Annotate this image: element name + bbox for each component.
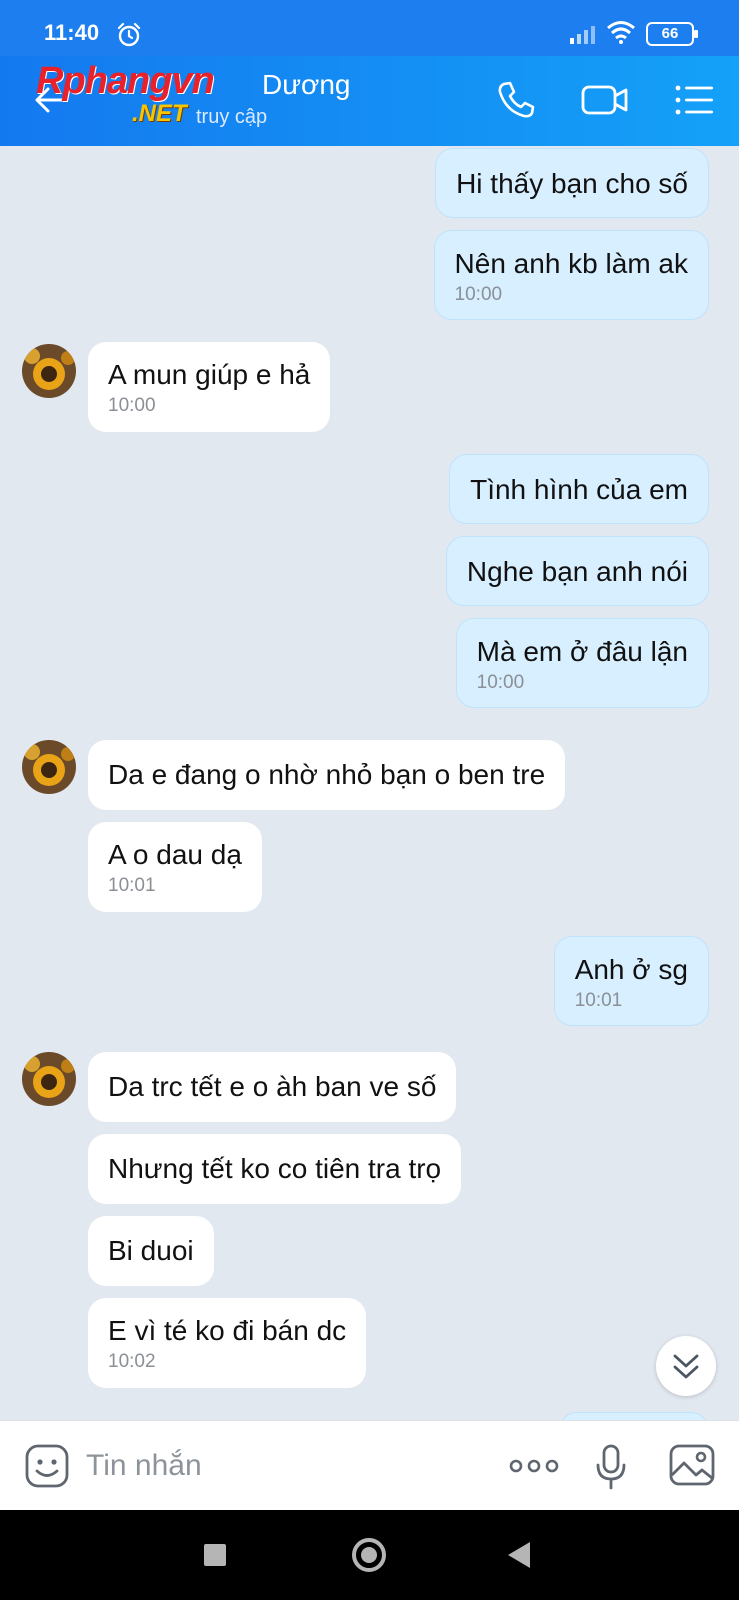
message-text: Anh ở sg	[574, 954, 688, 985]
status-time: 11:40	[44, 20, 100, 45]
sent-message[interactable]: Tình hình của em	[449, 454, 709, 524]
sent-message-partial[interactable]	[559, 1412, 709, 1420]
message-text: E vì té ko đi bán dc	[108, 1315, 347, 1346]
received-message[interactable]: A o dau dạ 10:01	[88, 822, 262, 912]
sent-message[interactable]: Hi thấy bạn cho số	[435, 148, 709, 218]
battery-icon: 66	[646, 22, 698, 46]
message-text: Bi duoi	[108, 1235, 194, 1266]
more-options-icon[interactable]	[508, 1453, 560, 1479]
message-time: 10:00	[476, 672, 525, 693]
video-call-icon[interactable]	[580, 80, 630, 120]
sent-message[interactable]: Nghe bạn anh nói	[445, 536, 709, 606]
contact-name[interactable]: Dương	[262, 69, 350, 101]
alarm-icon	[117, 22, 141, 47]
received-message[interactable]: A mun giúp e hả 10:00	[88, 342, 331, 432]
message-text: Da trc tết e o àh ban ve số	[108, 1071, 437, 1102]
status-bar: 11:40 66	[0, 0, 739, 56]
message-time: 10:02	[108, 1351, 156, 1372]
watermark-sub: .NET	[132, 100, 187, 127]
message-text: Mà em ở đâu lận	[476, 636, 688, 667]
message-time: 10:01	[574, 990, 623, 1011]
image-gallery-icon[interactable]	[668, 1443, 716, 1487]
sent-message[interactable]: Anh ở sg 10:01	[553, 936, 709, 1026]
message-time: 10:00	[108, 395, 156, 416]
chat-header: Dương truy cập Rphangvn .NET	[0, 56, 739, 146]
recent-apps-icon[interactable]	[204, 1544, 226, 1566]
message-time: 10:01	[108, 875, 156, 896]
contact-avatar[interactable]	[22, 344, 76, 398]
message-list[interactable]: Hi thấy bạn cho số Nên anh kb làm ak 10:…	[0, 146, 739, 1420]
watermark-logo: Rphangvn .NET	[36, 60, 266, 130]
scroll-to-bottom-button[interactable]	[656, 1336, 716, 1396]
signal-icon	[570, 26, 595, 44]
home-icon[interactable]	[352, 1538, 386, 1572]
message-input[interactable]	[86, 1443, 476, 1489]
message-text: Hi thấy bạn cho số	[456, 168, 688, 199]
battery-level: 66	[661, 25, 679, 42]
received-message[interactable]: Da trc tết e o àh ban ve số	[88, 1052, 457, 1122]
contact-avatar[interactable]	[22, 740, 76, 794]
message-text: A mun giúp e hả	[108, 359, 311, 390]
message-text: Da e đang o nhờ nhỏ bạn o ben tre	[108, 759, 546, 790]
menu-icon[interactable]	[674, 82, 714, 118]
wifi-icon	[607, 21, 635, 44]
back-icon[interactable]	[508, 1542, 530, 1568]
message-text: Tình hình của em	[470, 474, 688, 505]
message-composer	[0, 1420, 739, 1510]
received-message[interactable]: Bi duoi	[88, 1216, 214, 1286]
sunflower-avatar-icon	[22, 1052, 76, 1106]
received-message[interactable]: E vì té ko đi bán dc 10:02	[88, 1298, 367, 1388]
sticker-icon[interactable]	[24, 1443, 70, 1489]
sent-message[interactable]: Mà em ở đâu lận 10:00	[455, 618, 709, 708]
sent-message[interactable]: Nên anh kb làm ak 10:00	[433, 230, 709, 320]
received-message[interactable]: Da e đang o nhờ nhỏ bạn o ben tre	[88, 740, 566, 810]
message-text: Nhưng tết ko co tiên tra trọ	[108, 1153, 442, 1184]
microphone-icon[interactable]	[594, 1443, 628, 1491]
message-time: 10:00	[454, 284, 503, 305]
message-text: Nghe bạn anh nói	[466, 556, 688, 587]
message-text: A o dau dạ	[108, 839, 242, 870]
contact-avatar[interactable]	[22, 1052, 76, 1106]
double-chevron-down-icon	[673, 1354, 699, 1379]
system-nav-bar	[0, 1510, 739, 1600]
message-text: Nên anh kb làm ak	[454, 248, 688, 279]
watermark-main: Rphangvn	[36, 60, 215, 102]
received-message[interactable]: Nhưng tết ko co tiên tra trọ	[88, 1134, 462, 1204]
sunflower-avatar-icon	[22, 344, 76, 398]
sunflower-avatar-icon	[22, 740, 76, 794]
phone-icon[interactable]	[494, 78, 538, 122]
